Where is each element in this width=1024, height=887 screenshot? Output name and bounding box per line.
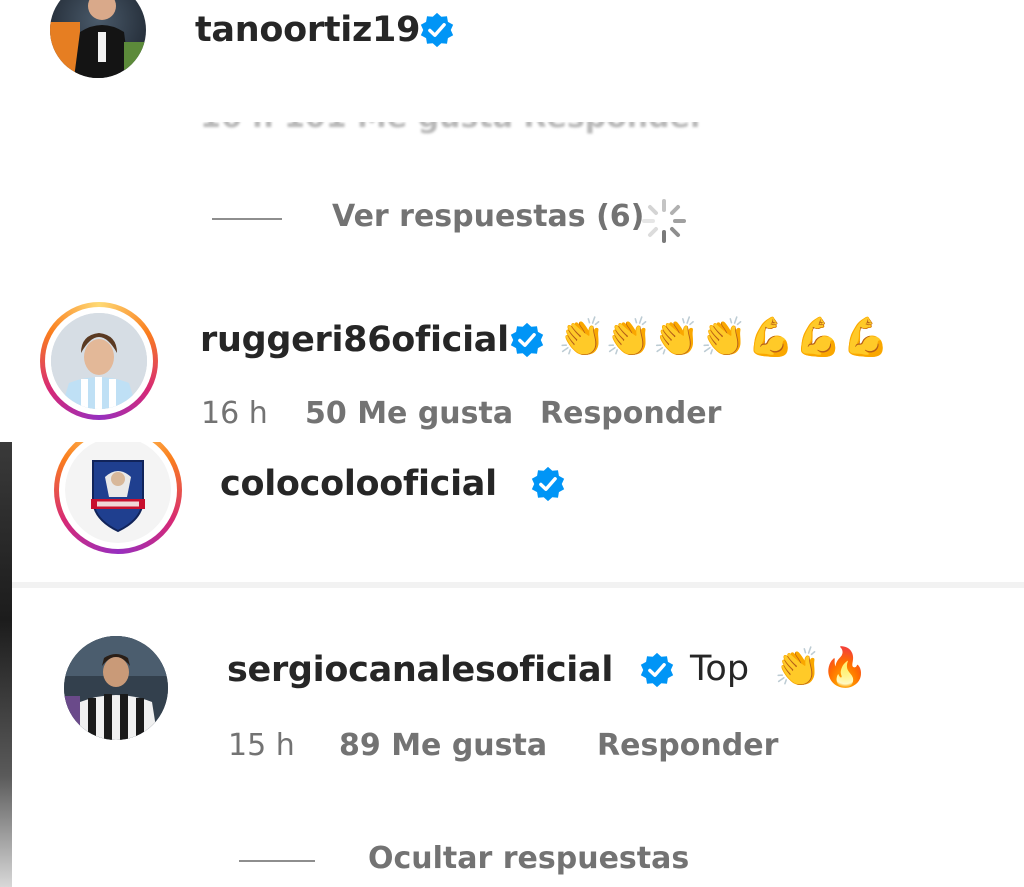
username[interactable]: sergiocanalesoficial	[227, 650, 613, 690]
avatar-story-ring[interactable]	[40, 302, 158, 420]
like-count-button[interactable]: 89 Me gusta	[339, 728, 547, 763]
replies-divider-line	[239, 860, 315, 862]
like-count-button[interactable]: 50 Me gusta	[305, 396, 513, 431]
colo-colo-crest-icon	[65, 442, 171, 543]
cutoff-comment-meta: 16 h 101 Me gusta Responder	[200, 122, 705, 135]
verified-badge-icon	[510, 322, 544, 358]
verified-badge-icon	[531, 466, 565, 502]
fire-emoji: 🔥	[821, 645, 869, 689]
comment-sergiocanales-panel: sergiocanalesoficial Top 👏🔥 15 h 89 Me g…	[12, 588, 1024, 887]
comment-tanoortiz19-header: tanoortiz19	[0, 0, 1024, 122]
verified-badge-icon	[640, 652, 674, 688]
verified-badge-icon	[420, 12, 454, 48]
clapping-hands-emoji: 👏	[652, 315, 700, 359]
reply-button[interactable]: Responder	[597, 728, 778, 763]
avatar-story-ring[interactable]	[54, 442, 182, 554]
clapping-hands-emoji: 👏	[699, 315, 748, 359]
username[interactable]: ruggeri86oficial	[200, 320, 509, 360]
comment-colocolo-header: colocolooficial	[12, 442, 1024, 582]
clapping-hands-emoji: 👏	[774, 645, 822, 689]
avatar	[51, 313, 147, 409]
replies-divider-line	[212, 218, 282, 220]
comment-emoji-row: 👏👏👏👏💪💪💪	[558, 318, 889, 356]
reply-button[interactable]: Responder	[540, 396, 721, 431]
avatar[interactable]	[64, 636, 168, 740]
flexed-biceps-emoji: 💪	[747, 315, 795, 359]
username[interactable]: colocolooficial	[220, 464, 497, 504]
view-replies-button[interactable]: Ver respuestas (6)	[332, 199, 644, 234]
clapping-hands-emoji: 👏	[605, 315, 653, 359]
loading-spinner-icon	[642, 199, 686, 243]
comment-time: 15 h	[228, 728, 295, 763]
flexed-biceps-emoji: 💪	[841, 315, 890, 359]
username[interactable]: tanoortiz19	[195, 10, 420, 50]
hide-replies-button[interactable]: Ocultar respuestas	[368, 841, 689, 876]
comment-time: 16 h	[201, 396, 268, 431]
flexed-biceps-emoji: 💪	[794, 315, 842, 359]
background-edge	[0, 442, 12, 887]
comment-emoji-row: 👏🔥	[774, 648, 869, 686]
clapping-hands-emoji: 👏	[558, 315, 606, 359]
comment-ruggeri-panel: 16 h 101 Me gusta Responder Ver respuest…	[0, 122, 1024, 442]
avatar[interactable]	[50, 0, 146, 78]
comment-text: Top	[690, 649, 750, 689]
